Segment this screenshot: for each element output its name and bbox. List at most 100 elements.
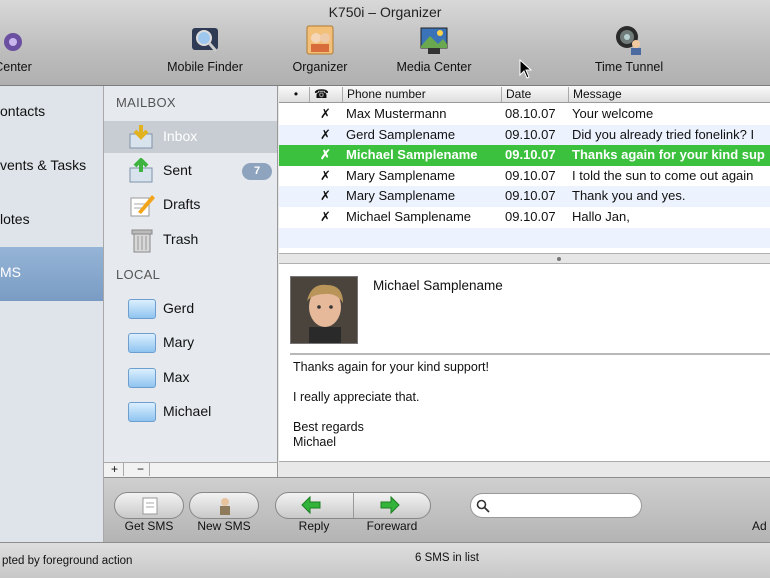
new-sms-label: New SMS [197, 519, 251, 533]
toolbar-organizer[interactable]: Organizer [285, 24, 355, 74]
reply-label: Reply [298, 519, 330, 533]
row-message: Hallo Jan, [572, 209, 630, 224]
folder-mary[interactable]: Mary [104, 327, 277, 359]
folder-label: Gerd [163, 300, 195, 316]
folder-icon [128, 368, 156, 388]
folder-inbox[interactable]: Inbox [104, 121, 277, 153]
column-message[interactable]: Message [568, 87, 770, 102]
row-mark: ✗ [320, 147, 331, 163]
row-date: 09.10.07 [505, 147, 556, 163]
row-message: Your welcome [572, 106, 654, 121]
row-date: 09.10.07 [505, 209, 556, 224]
column-phone-number[interactable]: Phone number [342, 87, 502, 102]
add-folder-button[interactable]: + [106, 462, 124, 476]
get-sms-icon [142, 497, 158, 515]
row-name: Max Mustermann [346, 106, 447, 121]
message-body-line: Michael [293, 435, 337, 449]
section-local: LOCAL [116, 267, 161, 282]
row-message: I told the sun to come out again [572, 167, 754, 183]
bottom-toolbar: Get SMS New SMS Reply Foreward Ad [104, 477, 770, 542]
row-name: Mary Samplename [346, 188, 456, 204]
sidebar-item-label: MS [0, 264, 21, 280]
folder-label: Trash [163, 231, 199, 247]
column-date[interactable]: Date [501, 87, 569, 102]
mobile-finder-icon [192, 28, 218, 52]
folder-icon [128, 333, 156, 353]
toolbar-label: Organizer [292, 60, 348, 74]
table-row[interactable]: ✗ Mary Samplename 09.10.07 I told the su… [279, 166, 770, 187]
folder-gerd[interactable]: Gerd [104, 293, 277, 325]
folder-trash[interactable]: Trash [104, 224, 277, 256]
row-date: 09.10.07 [505, 167, 556, 183]
status-text: pted by foreground action [2, 555, 133, 567]
row-mark: ✗ [320, 106, 331, 121]
table-row[interactable]: ✗ Mary Samplename 09.10.07 Thank you and… [279, 186, 770, 207]
table-row-selected[interactable]: ✗ Michael Samplename 09.10.07 Thanks aga… [279, 145, 770, 166]
reply-icon[interactable] [300, 495, 322, 515]
column-status[interactable]: • [279, 87, 309, 102]
table-row[interactable]: ✗ Michael Samplename 09.10.07 Hallo Jan, [279, 207, 770, 228]
media-center-icon [420, 27, 448, 54]
organizer-icon [306, 25, 334, 55]
folder-drafts[interactable]: Drafts [104, 189, 277, 221]
section-mailbox: MAILBOX [116, 95, 176, 110]
person-photo-icon [291, 277, 357, 343]
row-mark: ✗ [320, 209, 331, 224]
row-name: Michael Samplename [346, 147, 478, 163]
status-bar: pted by foreground action 6 SMS in list [0, 542, 770, 578]
sidebar-item-notes[interactable]: lotes [0, 194, 103, 248]
search-icon [476, 499, 490, 513]
sidebar-item-contacts[interactable]: ontacts [0, 86, 103, 140]
remove-folder-button[interactable]: − [132, 462, 150, 476]
folder-michael[interactable]: Michael [104, 396, 277, 428]
row-name: Mary Samplename [346, 167, 456, 183]
inbox-icon [129, 125, 153, 149]
sms-count: 6 SMS in list [415, 552, 479, 564]
new-sms-button[interactable] [189, 492, 259, 519]
folder-label: Max [163, 369, 190, 385]
media-center-icon [4, 33, 22, 51]
preview-divider [290, 353, 770, 355]
sidebar-item-events-tasks[interactable]: vents & Tasks [0, 140, 103, 194]
contact-photo [290, 276, 358, 344]
table-row[interactable]: ✗ Max Mustermann 08.10.07 Your welcome [279, 104, 770, 125]
row-mark: ✗ [320, 167, 331, 183]
folder-label: Inbox [163, 128, 198, 144]
toolbar-media-center-left[interactable]: Center [0, 24, 48, 74]
search-input[interactable] [470, 493, 642, 518]
row-message: Did you already tried fonelink? I [572, 126, 755, 142]
drafts-icon [130, 195, 155, 217]
toolbar-label: Time Tunnel [594, 60, 664, 74]
folder-icon [128, 402, 156, 422]
mouse-cursor-icon [519, 59, 533, 79]
column-phone-icon[interactable]: ☎ [309, 87, 342, 102]
pane-splitter[interactable] [279, 254, 770, 264]
new-sms-icon [220, 498, 230, 515]
get-sms-button[interactable] [114, 492, 184, 519]
add-button-label[interactable]: Ad [752, 519, 770, 533]
folder-label: Mary [163, 334, 195, 350]
reply-forward-group [275, 492, 431, 519]
toolbar-label: Mobile Finder [167, 60, 243, 74]
toolbar-time-tunnel[interactable]: Time Tunnel [587, 24, 671, 74]
folder-sent[interactable]: Sent 7 [104, 155, 277, 187]
unread-badge: 7 [242, 163, 272, 180]
row-date: 09.10.07 [505, 126, 556, 142]
folder-max[interactable]: Max [104, 362, 277, 394]
row-name: Gerd Samplename [346, 126, 456, 142]
sender-name: Michael Samplename [373, 278, 503, 293]
row-date: 09.10.07 [505, 188, 556, 204]
splitter-handle-icon [557, 257, 561, 261]
toolbar-mobile-finder[interactable]: Mobile Finder [160, 24, 250, 74]
sidebar-item-label: vents & Tasks [0, 157, 87, 173]
table-row[interactable]: ✗ Gerd Samplename 09.10.07 Did you alrea… [279, 124, 770, 146]
mailbox-pane: MAILBOX Inbox Sent 7 Drafts Trash LOCAL … [104, 86, 278, 462]
sent-icon [129, 158, 153, 183]
toolbar-label: Center [0, 60, 32, 74]
sidebar-item-sms[interactable]: MS [0, 247, 103, 301]
toolbar-media-center[interactable]: Media Center [393, 24, 475, 74]
row-mark: ✗ [320, 188, 331, 204]
row-date: 08.10.07 [505, 106, 556, 121]
forward-label: Foreward [366, 519, 418, 533]
forward-icon[interactable] [379, 495, 401, 515]
